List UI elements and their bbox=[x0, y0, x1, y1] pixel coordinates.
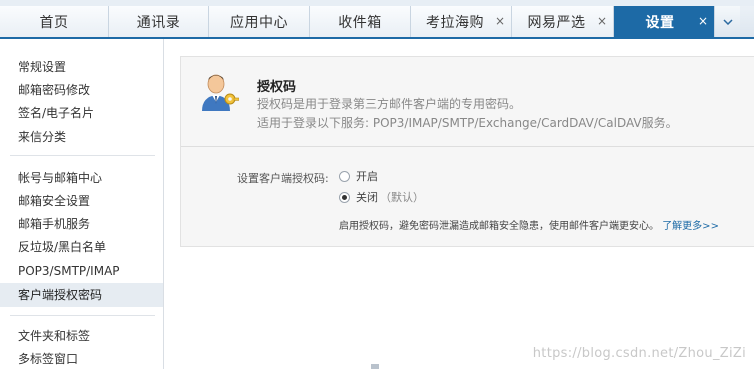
sidebar-item-password[interactable]: 邮箱密码修改 bbox=[0, 79, 163, 101]
radio-off[interactable] bbox=[339, 191, 350, 203]
learn-more-link[interactable]: 了解更多>> bbox=[662, 221, 719, 232]
auth-setting-label: 设置客户端授权码: bbox=[237, 172, 329, 185]
auth-code-services: 适用于登录以下服务: POP3/IMAP/SMTP/Exchange/CardD… bbox=[257, 116, 678, 130]
tab-app-center[interactable]: 应用中心 bbox=[209, 6, 310, 37]
radio-off-label: 关闭 bbox=[356, 191, 378, 204]
watermark-text: https://blog.csdn.net/Zhou_ZiZi bbox=[532, 346, 746, 361]
sidebar-divider bbox=[10, 155, 155, 156]
tab-label: 设置 bbox=[645, 14, 675, 31]
close-icon[interactable]: × bbox=[698, 14, 708, 28]
tab-label: 考拉海购 bbox=[426, 14, 484, 31]
auth-code-description: 授权码是用于登录第三方邮件客户端的专用密码。 bbox=[257, 97, 522, 111]
auth-hint: 启用授权码，避免密码泄漏造成邮箱安全隐患，使用邮件客户端更安心。 了解更多>> bbox=[339, 217, 719, 232]
more-tabs-button[interactable] bbox=[714, 6, 740, 37]
radio-on-label: 开启 bbox=[356, 170, 378, 183]
sidebar-item-general[interactable]: 常规设置 bbox=[0, 56, 163, 78]
tab-label: 收件箱 bbox=[338, 14, 382, 31]
radio-off-default-note: （默认） bbox=[380, 191, 424, 204]
close-icon[interactable]: × bbox=[495, 14, 505, 28]
radio-on[interactable] bbox=[339, 170, 350, 182]
sidebar-item-account-center[interactable]: 帐号与邮箱中心 bbox=[0, 167, 163, 189]
auth-hint-text: 启用授权码，避免密码泄漏造成邮箱安全隐患，使用邮件客户端更安心。 bbox=[339, 221, 659, 232]
sidebar-item-antispam[interactable]: 反垃圾/黑白名单 bbox=[0, 236, 163, 258]
settings-sidebar: 常规设置 邮箱密码修改 签名/电子名片 来信分类 帐号与邮箱中心 邮箱安全设置 … bbox=[0, 39, 164, 369]
tab-inbox[interactable]: 收件箱 bbox=[310, 6, 411, 37]
sidebar-item-folders[interactable]: 文件夹和标签 bbox=[0, 325, 163, 347]
tab-home[interactable]: 首页 bbox=[0, 6, 109, 37]
close-icon[interactable]: × bbox=[597, 14, 607, 28]
tab-label: 通讯录 bbox=[136, 14, 181, 31]
tab-label: 网易严选 bbox=[527, 14, 586, 31]
radio-option-on[interactable]: 开启 bbox=[339, 168, 378, 184]
sidebar-item-security[interactable]: 邮箱安全设置 bbox=[0, 190, 163, 212]
sidebar-item-pop3[interactable]: POP3/SMTP/IMAP bbox=[0, 260, 163, 282]
tab-label: 首页 bbox=[39, 14, 69, 31]
sidebar-item-client-auth[interactable]: 客户端授权密码 bbox=[0, 283, 163, 307]
tab-settings[interactable]: 设置 × bbox=[614, 6, 714, 37]
tab-bar: 首页 通讯录 应用中心 收件箱 考拉海购 × 网易严选 × 设置 × bbox=[0, 0, 754, 39]
sidebar-item-mail-filter[interactable]: 来信分类 bbox=[0, 126, 163, 148]
auth-code-panel: 授权码 授权码是用于登录第三方邮件客户端的专用密码。 适用于登录以下服务: PO… bbox=[180, 56, 754, 247]
tab-yanxuan[interactable]: 网易严选 × bbox=[512, 6, 614, 37]
tab-contacts[interactable]: 通讯录 bbox=[109, 6, 209, 37]
sidebar-item-multi-tab[interactable]: 多标签窗口 bbox=[0, 348, 163, 369]
scroll-indicator bbox=[371, 364, 379, 369]
tab-kaola[interactable]: 考拉海购 × bbox=[411, 6, 512, 37]
sidebar-item-mobile-service[interactable]: 邮箱手机服务 bbox=[0, 213, 163, 235]
auth-code-header: 授权码 授权码是用于登录第三方邮件客户端的专用密码。 适用于登录以下服务: PO… bbox=[181, 57, 754, 147]
sidebar-divider bbox=[10, 315, 155, 316]
auth-code-title: 授权码 bbox=[257, 80, 297, 95]
radio-option-off[interactable]: 关闭 （默认） bbox=[339, 189, 424, 205]
user-key-icon bbox=[202, 74, 239, 111]
tab-label: 应用中心 bbox=[230, 14, 288, 31]
sidebar-item-signature[interactable]: 签名/电子名片 bbox=[0, 102, 163, 124]
chevron-down-icon bbox=[722, 18, 733, 25]
